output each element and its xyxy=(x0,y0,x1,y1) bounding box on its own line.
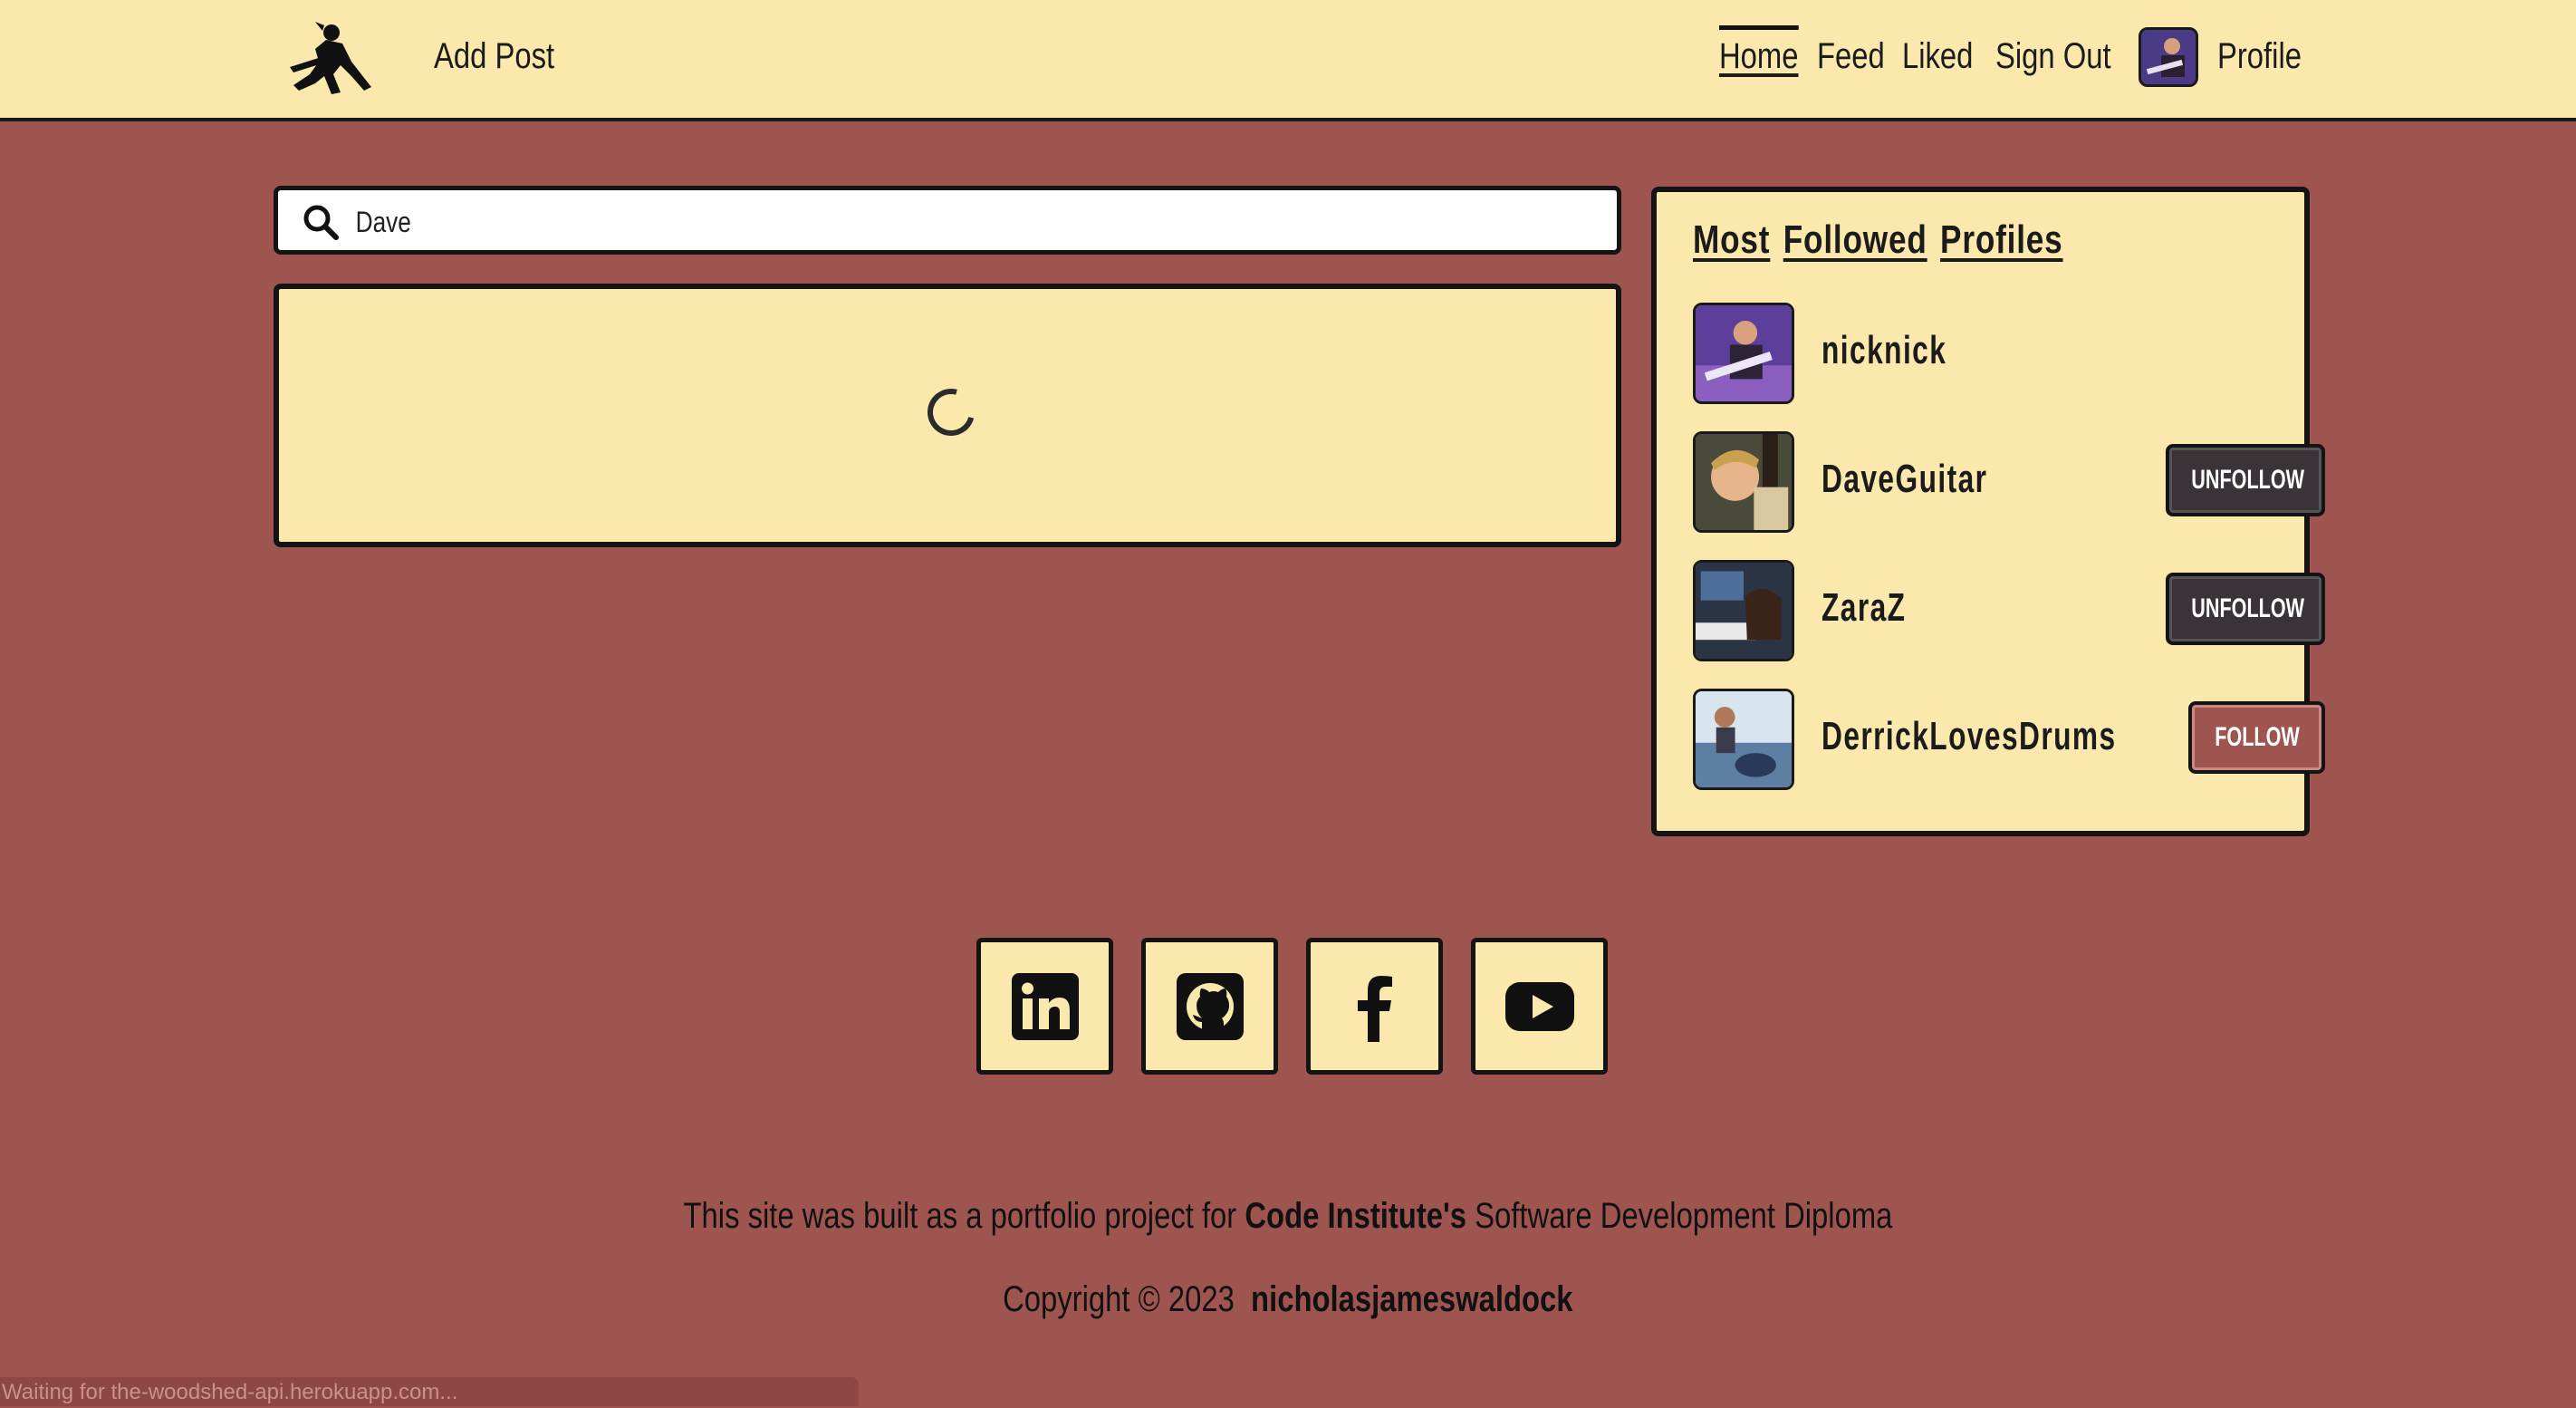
profile-avatar[interactable] xyxy=(2139,27,2198,87)
follow-button[interactable]: FOLLOW xyxy=(2188,701,2325,774)
profile-row: DerrickLovesDrums FOLLOW xyxy=(1693,689,2325,790)
footer-text: Software Development Diploma xyxy=(1466,1196,1893,1236)
copyright-text: Copyright © 2023 xyxy=(1003,1279,1235,1319)
profile-row: nicknick xyxy=(1693,303,2291,404)
profile-name[interactable]: DaveGuitar xyxy=(1821,457,1987,502)
search-input[interactable] xyxy=(354,198,1382,246)
profile-row: DaveGuitar UNFOLLOW xyxy=(1693,431,2325,533)
unfollow-button[interactable]: UNFOLLOW xyxy=(2166,444,2325,516)
footer-text: This site was built as a portfolio proje… xyxy=(683,1196,1245,1236)
profile-name[interactable]: nicknick xyxy=(1821,328,1946,373)
title-word: Most xyxy=(1693,217,1771,262)
author-link[interactable]: nicholasjameswaldock xyxy=(1251,1279,1572,1319)
youtube-icon xyxy=(1505,982,1574,1031)
profile-avatar[interactable] xyxy=(1693,303,1794,404)
linkedin-link[interactable] xyxy=(976,938,1113,1075)
nav-liked-link[interactable]: Liked xyxy=(1902,25,1973,87)
profile-name[interactable]: DerrickLovesDrums xyxy=(1821,714,2117,759)
unfollow-button[interactable]: UNFOLLOW xyxy=(2166,573,2325,645)
github-link[interactable] xyxy=(1141,938,1278,1075)
add-post-link[interactable]: Add Post xyxy=(434,25,554,87)
footer-copyright: Copyright © 2023 nicholasjameswaldock xyxy=(0,1279,2576,1320)
posts-panel xyxy=(274,284,1621,547)
nav-sign-out-link[interactable]: Sign Out xyxy=(1995,25,2111,87)
navbar: Add Post Home Feed Liked Sign Out Profil… xyxy=(0,0,2576,121)
browser-status-bar: Waiting for the-woodshed-api.herokuapp.c… xyxy=(0,1377,859,1406)
panel-title: Most Followed Profiles xyxy=(1693,217,2076,263)
nav-home-link[interactable]: Home xyxy=(1719,25,1798,87)
facebook-icon xyxy=(1358,976,1392,1042)
title-word: Followed xyxy=(1783,217,1927,262)
title-word: Profiles xyxy=(1940,217,2063,262)
most-followed-profiles-panel: Most Followed Profiles nicknick DaveGuitar xyxy=(1651,187,2325,836)
search-icon xyxy=(303,205,339,240)
footer-credit: This site was built as a portfolio proje… xyxy=(0,1196,2576,1237)
linkedin-icon xyxy=(1012,973,1079,1040)
woodshed-logo-icon[interactable] xyxy=(288,20,375,96)
github-icon xyxy=(1177,973,1244,1040)
profile-avatar[interactable] xyxy=(1693,689,1794,790)
profile-avatar[interactable] xyxy=(1693,431,1794,533)
nav-feed-link[interactable]: Feed xyxy=(1817,25,1885,87)
loading-spinner-icon xyxy=(918,380,984,445)
search-bar xyxy=(274,186,1621,255)
profile-row: ZaraZ UNFOLLOW xyxy=(1693,560,2325,661)
profile-avatar[interactable] xyxy=(1693,560,1794,661)
profile-name[interactable]: ZaraZ xyxy=(1821,585,1906,631)
nav-profile-link[interactable]: Profile xyxy=(2217,25,2302,87)
code-institute-link[interactable]: Code Institute's xyxy=(1245,1196,1466,1236)
youtube-link[interactable] xyxy=(1471,938,1608,1075)
facebook-link[interactable] xyxy=(1306,938,1443,1075)
